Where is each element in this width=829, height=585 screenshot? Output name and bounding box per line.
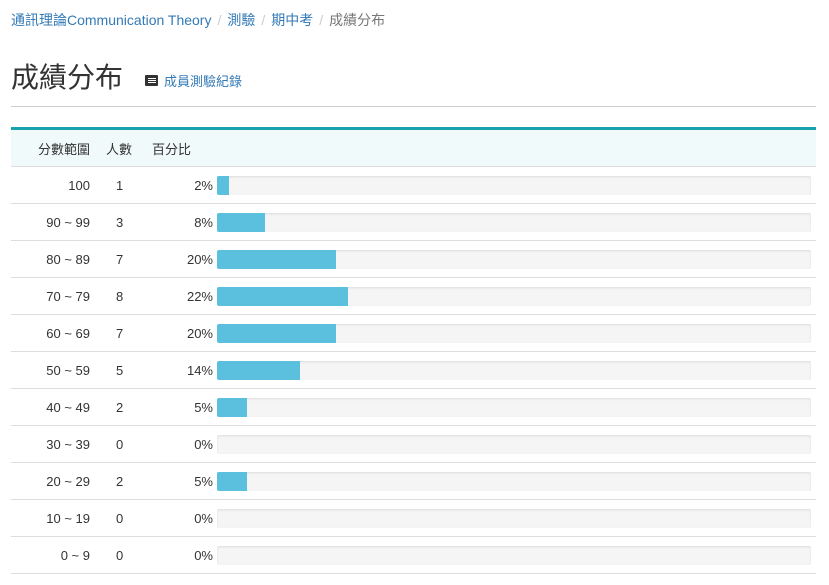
divider xyxy=(11,106,816,107)
table-row: 50 ~ 59 5 14% xyxy=(11,352,816,389)
progress-bar-track xyxy=(217,286,811,306)
breadcrumb: 通訊理論Communication Theory / 測驗 / 期中考 / 成績分布 xyxy=(11,11,385,29)
student-count: 2 xyxy=(116,399,124,415)
percent-value: 14% xyxy=(186,362,213,378)
score-range: 20 ~ 29 xyxy=(46,473,90,489)
progress-bar-track xyxy=(217,471,811,491)
title-row: 成績分布 成員測驗紀錄 xyxy=(11,58,242,98)
score-range: 60 ~ 69 xyxy=(46,325,90,341)
percent-value: 5% xyxy=(194,473,213,489)
student-count: 7 xyxy=(116,251,124,267)
header-range: 分數範圍 xyxy=(37,141,90,157)
breadcrumb-course-link[interactable]: 通訊理論Communication Theory xyxy=(11,12,211,28)
progress-bar-track xyxy=(217,397,811,417)
student-count: 0 xyxy=(116,510,124,526)
score-range: 0 ~ 9 xyxy=(60,547,90,563)
score-range: 100 xyxy=(68,177,90,193)
breadcrumb-quiz-link[interactable]: 測驗 xyxy=(227,12,255,28)
student-count: 2 xyxy=(116,473,124,489)
student-count: 5 xyxy=(116,362,124,378)
list-icon xyxy=(145,75,159,86)
progress-bar-fill xyxy=(217,360,301,380)
progress-bar-track xyxy=(217,545,811,565)
member-records-label: 成員測驗紀錄 xyxy=(164,74,243,89)
student-count: 0 xyxy=(116,547,124,563)
breadcrumb-current: 成績分布 xyxy=(329,12,386,28)
score-range: 40 ~ 49 xyxy=(46,399,90,415)
progress-bar-fill xyxy=(217,286,348,306)
page-title: 成績分布 xyxy=(11,62,124,93)
progress-bar-track xyxy=(217,175,811,195)
progress-bar-track xyxy=(217,323,811,343)
table-row: 30 ~ 39 0 0% xyxy=(11,426,816,463)
member-records-link[interactable]: 成員測驗紀錄 xyxy=(145,71,242,90)
progress-bar-fill xyxy=(217,212,265,232)
score-range: 70 ~ 79 xyxy=(46,288,90,304)
student-count: 1 xyxy=(116,177,124,193)
progress-bar-track xyxy=(217,434,811,454)
percent-value: 8% xyxy=(194,214,213,230)
table-row: 90 ~ 99 3 8% xyxy=(11,204,816,241)
breadcrumb-exam-link[interactable]: 期中考 xyxy=(271,12,313,28)
table-header: 分數範圍 人數 百分比 xyxy=(11,130,816,167)
percent-value: 2% xyxy=(194,177,213,193)
score-range: 50 ~ 59 xyxy=(46,362,90,378)
progress-bar-fill xyxy=(217,323,336,343)
percent-value: 20% xyxy=(186,251,213,267)
student-count: 8 xyxy=(116,288,124,304)
table-row: 10 ~ 19 0 0% xyxy=(11,500,816,537)
percent-value: 20% xyxy=(186,325,213,341)
progress-bar-track xyxy=(217,508,811,528)
progress-bar-track xyxy=(217,249,811,269)
header-count: 人數 xyxy=(106,141,133,157)
progress-bar-fill xyxy=(217,175,229,195)
table-row: 0 ~ 9 0 0% xyxy=(11,537,816,574)
student-count: 0 xyxy=(116,436,124,452)
table-row: 70 ~ 79 8 22% xyxy=(11,278,816,315)
percent-value: 5% xyxy=(194,399,213,415)
table-row: 40 ~ 49 2 5% xyxy=(11,389,816,426)
score-range: 80 ~ 89 xyxy=(46,251,90,267)
breadcrumb-separator: / xyxy=(261,12,266,28)
percent-value: 22% xyxy=(186,288,213,304)
breadcrumb-separator: / xyxy=(319,12,324,28)
table-row: 80 ~ 89 7 20% xyxy=(11,241,816,278)
table-row: 60 ~ 69 7 20% xyxy=(11,315,816,352)
percent-value: 0% xyxy=(194,436,213,452)
percent-value: 0% xyxy=(194,510,213,526)
score-range: 90 ~ 99 xyxy=(46,214,90,230)
header-percent: 百分比 xyxy=(152,141,192,157)
progress-bar-track xyxy=(217,212,811,232)
score-range: 10 ~ 19 xyxy=(46,510,90,526)
student-count: 7 xyxy=(116,325,124,341)
table-row: 100 1 2% xyxy=(11,167,816,204)
score-distribution-table: 分數範圍 人數 百分比 100 1 2% 90 ~ 99 3 8% 80 ~ 89 7 20% 7… xyxy=(11,127,816,574)
breadcrumb-separator: / xyxy=(217,12,222,28)
progress-bar-fill xyxy=(217,397,247,417)
score-range: 30 ~ 39 xyxy=(46,436,90,452)
progress-bar-fill xyxy=(217,249,336,269)
progress-bar-fill xyxy=(217,471,247,491)
student-count: 3 xyxy=(116,214,124,230)
table-row: 20 ~ 29 2 5% xyxy=(11,463,816,500)
percent-value: 0% xyxy=(194,547,213,563)
progress-bar-track xyxy=(217,360,811,380)
